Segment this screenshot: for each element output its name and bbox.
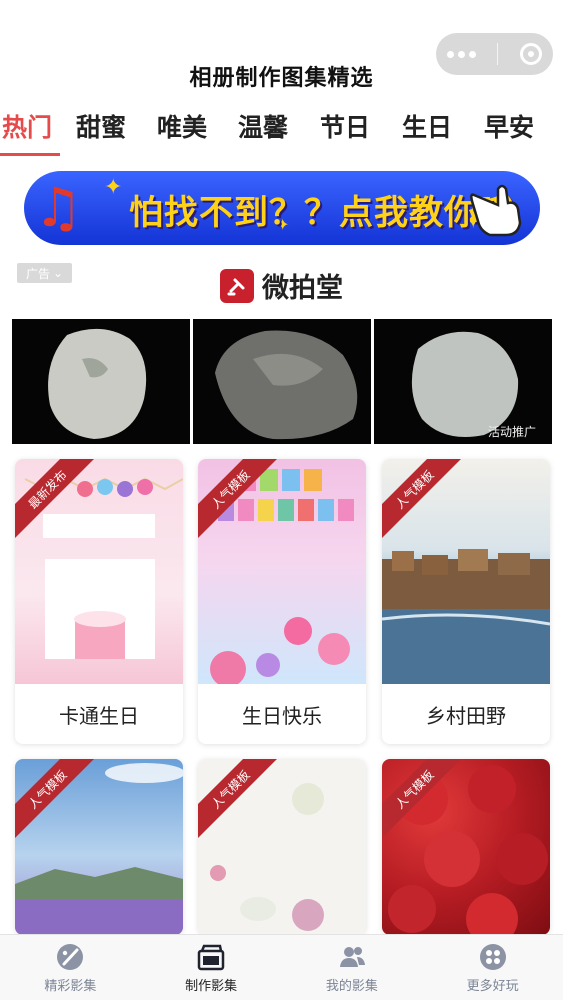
brand-name: 微拍堂	[262, 273, 343, 304]
ad-image[interactable]	[12, 319, 190, 444]
promo-label: 活动推广	[487, 425, 536, 439]
ribbon: 人气模板	[15, 759, 105, 849]
bottom-nav: 精彩影集 制作影集 我的影集 更多好玩	[0, 934, 563, 1000]
ribbon-label: 人气模板	[382, 459, 465, 540]
tab-sweet[interactable]: 甜蜜	[76, 108, 126, 144]
ribbon-label: 人气模板	[198, 459, 281, 540]
template-card[interactable]: 人气模板	[198, 759, 366, 935]
template-card[interactable]: 人气模板 乡村田野	[382, 459, 550, 744]
ribbon: 人气模板	[382, 759, 472, 849]
page-title: 相册制作图集精选	[189, 66, 374, 91]
ad-image[interactable]: 活动推广	[374, 319, 552, 444]
ribbon: 人气模板	[382, 459, 472, 549]
nav-item-create[interactable]: 制作影集	[141, 935, 282, 1000]
grid-icon	[479, 943, 506, 970]
nav-label: 制作影集	[185, 978, 238, 994]
template-thumbnail: 人气模板	[382, 759, 550, 935]
tab-underline	[0, 153, 60, 156]
template-card[interactable]: 人气模板	[15, 759, 183, 935]
tab-beautiful[interactable]: 唯美	[157, 108, 207, 144]
pointing-hand-icon	[470, 184, 522, 237]
tab-warm[interactable]: 温馨	[238, 108, 288, 144]
template-thumbnail: 最新发布	[15, 459, 183, 684]
template-card[interactable]: 人气模板 生日快乐	[198, 459, 366, 744]
template-thumbnail: 人气模板	[198, 459, 366, 684]
nav-item-featured[interactable]: 精彩影集	[0, 935, 141, 1000]
ribbon: 最新发布	[15, 459, 105, 549]
tab-hot[interactable]: 热门	[2, 108, 52, 144]
template-title: 乡村田野	[426, 703, 506, 728]
category-tabs: 热门 甜蜜 唯美 温馨 节日 生日 早安	[0, 108, 563, 158]
ribbon-label: 人气模板	[198, 759, 281, 840]
ad-brand[interactable]: 微拍堂	[0, 266, 563, 305]
template-card[interactable]: 人气模板	[382, 759, 550, 935]
template-thumbnail: 人气模板	[198, 759, 366, 935]
ribbon: 人气模板	[198, 459, 288, 549]
template-title: 卡通生日	[59, 703, 139, 728]
help-banner[interactable]: ♫ ✦ ✦ ✦ 怕找不到？？点我教你哦~	[24, 171, 540, 245]
ad-image[interactable]	[193, 319, 371, 444]
ribbon-label: 人气模板	[15, 759, 98, 840]
template-card[interactable]: 最新发布 卡通生日	[15, 459, 183, 744]
music-note-icon: ♫	[34, 176, 83, 239]
brand-logo-icon	[220, 268, 254, 303]
nav-label: 精彩影集	[44, 978, 97, 994]
nav-label: 更多好玩	[466, 978, 519, 994]
album-icon	[197, 944, 225, 970]
ribbon-label: 人气模板	[382, 759, 465, 840]
star-icon: ✦	[104, 175, 123, 200]
users-icon	[339, 946, 365, 967]
nav-item-mine[interactable]: 我的影集	[282, 935, 423, 1000]
template-thumbnail: 人气模板	[15, 759, 183, 935]
ribbon: 人气模板	[198, 759, 288, 849]
ribbon-label: 最新发布	[15, 459, 98, 540]
tab-morning[interactable]: 早安	[484, 108, 534, 144]
tab-festival[interactable]: 节日	[320, 108, 370, 144]
template-title: 生日快乐	[242, 703, 322, 728]
nav-label: 我的影集	[325, 978, 378, 994]
tab-birthday[interactable]: 生日	[402, 108, 452, 144]
palette-icon	[57, 943, 84, 970]
nav-item-more[interactable]: 更多好玩	[422, 935, 563, 1000]
template-thumbnail: 人气模板	[382, 459, 550, 684]
more-icon[interactable]	[446, 50, 476, 58]
